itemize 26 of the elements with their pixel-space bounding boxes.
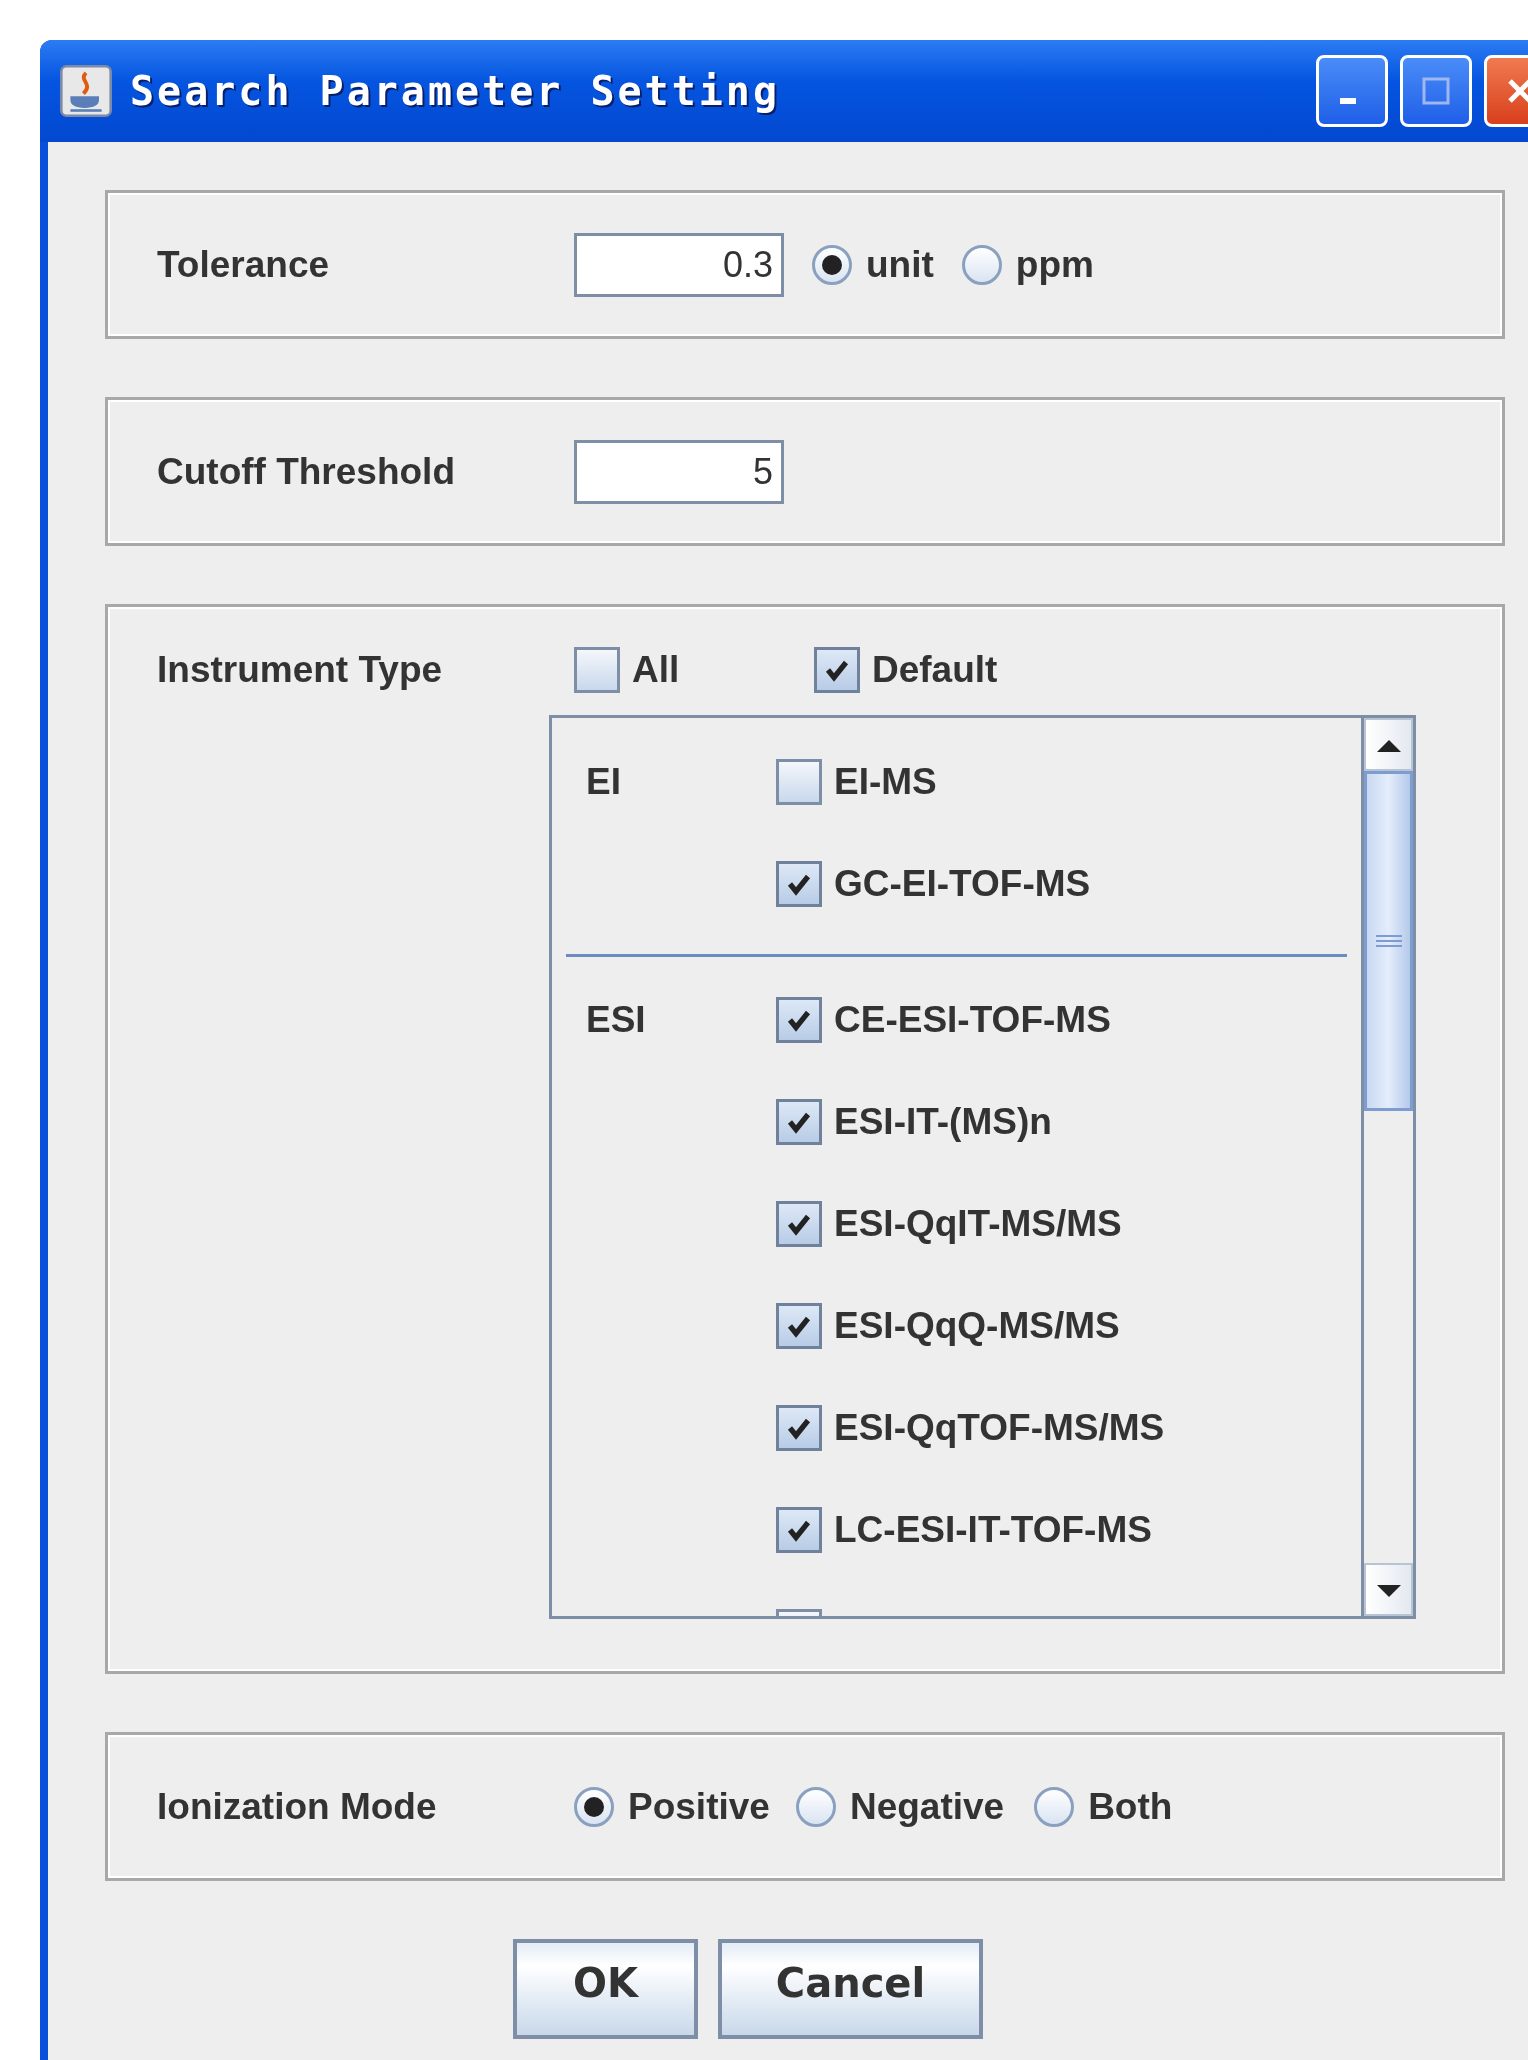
instrument-checkbox[interactable]: LC-ESI-IT-TOF-MS	[776, 1507, 1152, 1553]
tolerance-field[interactable]: 0.3	[574, 232, 784, 297]
mode-radio[interactable]: Positive	[574, 1785, 770, 1828]
instrument-checkbox[interactable]: CE-ESI-TOF-MS	[776, 997, 1111, 1043]
instrument-checkbox[interactable]: GC-EI-TOF-MS	[776, 861, 1091, 907]
cancel-button[interactable]: Cancel	[718, 1939, 983, 2039]
window-title: Search Parameter Setting	[130, 68, 780, 114]
mode-radio[interactable]: Negative	[795, 1785, 1005, 1828]
instrument-checkbox[interactable]: EI-MS	[776, 759, 937, 805]
instrument-checkbox[interactable]: ESI-QqQ-MS/MS	[776, 1303, 1120, 1349]
group-label: EI	[586, 761, 621, 802]
unit-radio[interactable]: unit	[812, 243, 934, 286]
option-checkbox[interactable]: Default	[814, 647, 998, 693]
tolerance-label: Tolerance	[157, 243, 331, 286]
cutoff-threshold-label: Cutoff Threshold	[157, 450, 456, 493]
ok-button[interactable]: OK	[513, 1939, 698, 2039]
ionization-mode-label: Ionization Mode	[157, 1785, 438, 1828]
instrument-type-label: Instrument Type	[157, 649, 444, 691]
cutoff-threshold-field[interactable]: 5	[574, 439, 784, 504]
option-checkbox[interactable]: All	[574, 647, 814, 693]
instrument-checkbox[interactable]: ESI-QqIT-MS/MS	[776, 1201, 1122, 1247]
unit-radio[interactable]: ppm	[961, 243, 1094, 286]
instrument-checkbox[interactable]: ESI-QqTOF-MS/MS	[776, 1405, 1165, 1451]
group-label: ESI	[586, 999, 646, 1040]
instrument-checkbox[interactable]: ESI-IT-(MS)n	[776, 1099, 1052, 1145]
mode-radio[interactable]: Both	[1034, 1785, 1173, 1828]
